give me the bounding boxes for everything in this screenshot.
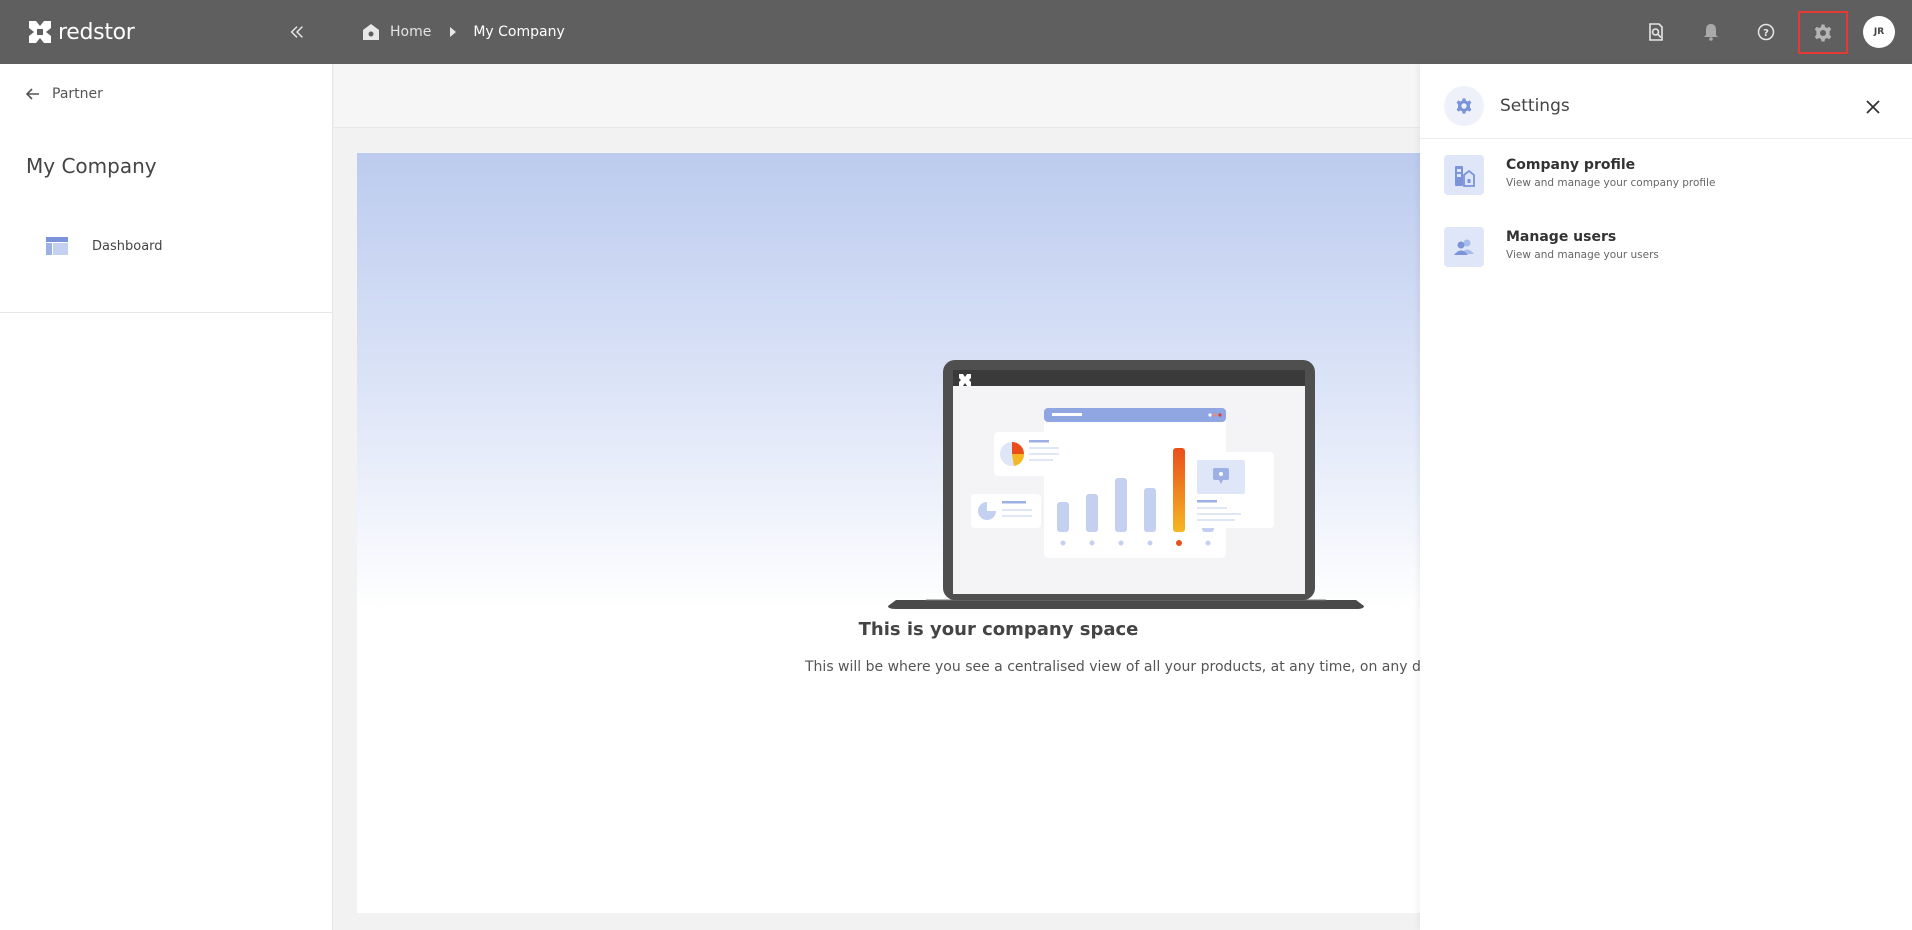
sidebar: Partner My Company Dashboard (0, 64, 333, 930)
back-link-label: Partner (52, 86, 103, 102)
settings-button[interactable] (1798, 11, 1848, 54)
help-icon: ? (1757, 23, 1775, 41)
sidebar-title: My Company (26, 154, 157, 178)
company-building-icon (1444, 155, 1484, 195)
company-profile-title: Company profile (1506, 157, 1636, 173)
bell-icon (1704, 24, 1718, 41)
sidebar-item-label: Dashboard (92, 238, 163, 254)
company-profile-option[interactable]: Company profile View and manage your com… (1444, 155, 1884, 199)
settings-panel-icon (1444, 86, 1484, 126)
search-devices-button[interactable] (1642, 18, 1670, 46)
collapse-sidebar-button[interactable] (285, 20, 309, 44)
brand-logo[interactable]: redstor (26, 16, 135, 48)
settings-panel-header: Settings (1420, 64, 1912, 139)
sidebar-item-dashboard[interactable]: Dashboard (0, 224, 333, 268)
close-icon[interactable] (1864, 98, 1882, 116)
manage-users-option[interactable]: Manage users View and manage your users (1444, 227, 1884, 271)
settings-panel: Settings Company profile View and manage… (1420, 64, 1912, 930)
arrow-left-icon (26, 88, 39, 100)
breadcrumb: Home My Company (360, 20, 565, 44)
svg-text:?: ? (1763, 28, 1769, 39)
settings-panel-title: Settings (1500, 96, 1570, 116)
notifications-button[interactable] (1697, 18, 1725, 46)
laptop-illustration (888, 360, 1364, 609)
caret-right-icon (450, 27, 457, 37)
brand-name: redstor (58, 19, 135, 45)
company-space-hero: This is your company space This will be … (357, 153, 1420, 913)
breadcrumb-home-link[interactable]: Home (390, 24, 431, 40)
help-button[interactable]: ? (1752, 18, 1780, 46)
home-icon[interactable] (360, 21, 382, 43)
user-avatar[interactable]: JR (1863, 16, 1895, 48)
search-document-icon (1649, 23, 1663, 41)
double-chevron-left-icon (290, 26, 303, 38)
company-space-subtitle: This will be where you see a centralised… (805, 659, 1420, 675)
back-to-partner-link[interactable]: Partner (26, 86, 103, 102)
sidebar-divider (0, 312, 333, 313)
redstor-logo-icon (29, 21, 51, 43)
breadcrumb-current: My Company (473, 24, 565, 40)
manage-users-description: View and manage your users (1506, 249, 1659, 261)
company-profile-description: View and manage your company profile (1506, 177, 1716, 189)
gear-icon (1456, 98, 1472, 114)
manage-users-title: Manage users (1506, 229, 1617, 245)
users-icon (1444, 227, 1484, 267)
gear-icon (1814, 24, 1832, 41)
main-header-bar (334, 64, 1420, 128)
top-bar: redstor Home My Company ? JR (0, 0, 1912, 64)
company-space-title: This is your company space (858, 619, 1139, 640)
dashboard-icon (46, 237, 68, 255)
